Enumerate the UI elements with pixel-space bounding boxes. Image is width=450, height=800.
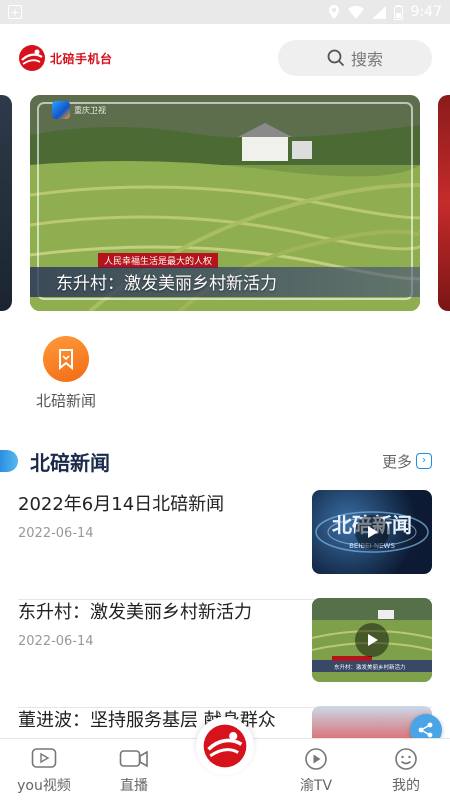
notification-icon: + bbox=[8, 5, 22, 19]
bookmark-icon bbox=[43, 336, 89, 382]
slide-caption: 东升村：激发美丽乡村新活力 bbox=[56, 274, 277, 294]
location-icon bbox=[328, 5, 339, 19]
battery-icon bbox=[393, 4, 403, 20]
banner-carousel[interactable]: 重庆卫视 人民幸福生活是最大的人权 东升村：激发美丽乡村新活力 bbox=[0, 95, 450, 313]
status-bar: + 9:47 bbox=[0, 0, 450, 24]
carousel-prev-slide[interactable] bbox=[0, 95, 12, 311]
video-play-icon bbox=[31, 748, 57, 768]
more-button[interactable]: 更多 › bbox=[382, 451, 432, 472]
section-marker bbox=[0, 450, 18, 472]
status-icons: 9:47 bbox=[328, 4, 442, 20]
nav-yu-tv[interactable]: 渝TV bbox=[276, 747, 356, 795]
brand[interactable]: 北碚手机台 bbox=[18, 44, 113, 72]
play-icon[interactable] bbox=[355, 515, 389, 549]
nav-home-logo[interactable] bbox=[196, 717, 254, 775]
bottom-nav: you视频 直播 渝TV 我的 bbox=[0, 717, 450, 800]
smiley-icon bbox=[395, 748, 417, 770]
carousel-next-slide[interactable] bbox=[438, 95, 450, 311]
thumb-caption-text: 东升村：激发美丽乡村新活力 bbox=[334, 663, 406, 671]
share-icon bbox=[418, 722, 433, 738]
brand-logo-icon bbox=[203, 724, 247, 768]
chevron-right-icon: › bbox=[416, 453, 432, 469]
nav-label: you视频 bbox=[17, 778, 71, 794]
news-thumbnail[interactable]: 东升村：激发美丽乡村新活力 bbox=[312, 598, 432, 682]
section-title: 北碚新闻 bbox=[30, 450, 110, 475]
station-logo: 重庆卫视 bbox=[52, 101, 106, 119]
wifi-icon bbox=[347, 5, 364, 19]
camera-icon bbox=[119, 750, 148, 768]
carousel-slide[interactable]: 重庆卫视 人民幸福生活是最大的人权 东升村：激发美丽乡村新活力 bbox=[30, 95, 420, 311]
nav-label: 渝TV bbox=[299, 778, 333, 794]
news-date: 2022-06-14 bbox=[18, 634, 94, 649]
news-thumbnail[interactable]: 北碚新闻 BEIBEI NEWS bbox=[312, 490, 432, 574]
brand-name: 北碚手机台 bbox=[50, 51, 113, 66]
quick-entry-label: 北碚新闻 bbox=[35, 392, 96, 410]
news-date: 2022-06-14 bbox=[18, 526, 94, 541]
nav-mine[interactable]: 我的 bbox=[366, 747, 446, 795]
nav-you-video[interactable]: you视频 bbox=[4, 747, 84, 795]
search-label: 搜索 bbox=[350, 50, 383, 69]
more-label: 更多 bbox=[381, 452, 412, 471]
status-time: 9:47 bbox=[410, 4, 442, 20]
news-title: 东升村：激发美丽乡村新活力 bbox=[18, 602, 252, 623]
quick-entry-beibei-news[interactable]: 北碚新闻 bbox=[26, 336, 106, 411]
news-list-item[interactable]: 东升村：激发美丽乡村新活力 2022-06-14 东升村：激发美丽乡村新活力 bbox=[18, 598, 432, 708]
play-icon[interactable] bbox=[355, 623, 389, 657]
nav-label: 我的 bbox=[392, 778, 420, 794]
news-section-header: 北碚新闻 更多 › bbox=[0, 444, 450, 478]
news-title: 2022年6月14日北碚新闻 bbox=[18, 494, 225, 515]
nav-label: 直播 bbox=[120, 778, 148, 794]
brand-logo-icon bbox=[19, 45, 45, 71]
slide-ribbon: 人民幸福生活是最大的人权 bbox=[98, 253, 219, 268]
nav-live[interactable]: 直播 bbox=[94, 747, 174, 795]
station-logo-icon bbox=[52, 101, 70, 119]
app-header: 北碚手机台 搜索 bbox=[0, 24, 450, 92]
search-button[interactable]: 搜索 bbox=[278, 40, 432, 76]
search-icon bbox=[327, 49, 345, 67]
tv-play-icon bbox=[305, 748, 327, 770]
news-list-item[interactable]: 2022年6月14日北碚新闻 2022-06-14 北碚新闻 BEIBEI NE… bbox=[18, 490, 432, 600]
signal-icon bbox=[371, 5, 386, 19]
